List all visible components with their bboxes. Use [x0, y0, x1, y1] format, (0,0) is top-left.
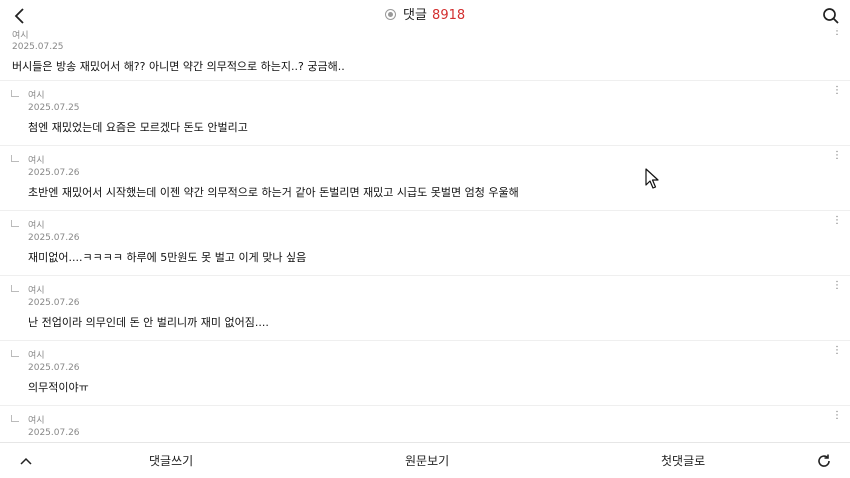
reply-indicator-icon	[11, 415, 19, 422]
more-options-icon[interactable]: ⋮	[832, 216, 842, 231]
comment-icon	[384, 9, 396, 20]
comment-date: 2025.07.26	[28, 298, 80, 308]
write-comment-button[interactable]: 댓글쓰기	[149, 453, 193, 469]
comment-date: 2025.07.26	[28, 168, 80, 178]
refresh-button[interactable]	[816, 453, 832, 469]
reply-item: 여시 2025.07.25 첨엔 재밌었는데 요즘은 모르겠다 돈도 안벌리고 …	[0, 81, 850, 146]
more-options-icon[interactable]: ⋮	[832, 151, 842, 166]
comment-text: 첨엔 재밌었는데 요즘은 모르겠다 돈도 안벌리고	[28, 121, 248, 134]
mouse-cursor-icon	[645, 168, 659, 189]
page-title: 댓글 8918	[0, 7, 850, 25]
comment-text: 재미없어....ㅋㅋㅋㅋ 하루에 5만원도 못 벌고 이게 맞나 싶음	[28, 251, 307, 264]
comment-item: 여시 2025.07.25 버시들은 방송 재밌어서 해?? 아니면 약간 의무…	[0, 28, 850, 81]
search-icon	[823, 8, 839, 24]
more-options-icon[interactable]: ⋮	[832, 411, 842, 426]
comment-author: 여시	[28, 221, 45, 231]
comment-text: 초반엔 재밌어서 시작했는데 이젠 약간 의무적으로 하는거 같아 돈벌리면 재…	[28, 186, 519, 199]
reply-indicator-icon	[11, 90, 19, 97]
reply-item: 여시 2025.07.26 초반엔 재밌어서 시작했는데 이젠 약간 의무적으로…	[0, 146, 850, 211]
comment-count: 8918	[432, 8, 466, 23]
search-button[interactable]	[822, 7, 840, 25]
title-label: 댓글	[402, 8, 427, 23]
comment-author: 여시	[28, 416, 45, 426]
reply-indicator-icon	[11, 350, 19, 357]
comment-date: 2025.07.25	[12, 42, 64, 52]
reply-item: 여시 2025.07.26 ⋮	[0, 406, 850, 442]
reply-item: 여시 2025.07.26 의무적이야ㅠ ⋮	[0, 341, 850, 406]
more-options-icon[interactable]: ⋮	[832, 346, 842, 361]
more-options-icon[interactable]: ⋮	[832, 28, 842, 42]
comment-date: 2025.07.26	[28, 428, 80, 438]
first-comment-button[interactable]: 첫댓글로	[661, 453, 705, 469]
bottom-bar: 댓글쓰기 원문보기 첫댓글로	[0, 442, 850, 478]
chevron-up-icon	[20, 457, 32, 465]
comment-text: 난 전업이라 의무인데 돈 안 벌리니까 재미 없어짐....	[28, 316, 269, 329]
more-options-icon[interactable]: ⋮	[832, 86, 842, 101]
view-original-button[interactable]: 원문보기	[405, 453, 449, 469]
comment-author: 여시	[28, 286, 45, 296]
comment-list[interactable]: 여시 2025.07.25 버시들은 방송 재밌어서 해?? 아니면 약간 의무…	[0, 28, 850, 442]
comment-author: 여시	[28, 156, 45, 166]
comment-author: 여시	[28, 351, 45, 361]
comment-text: 버시들은 방송 재밌어서 해?? 아니면 약간 의무적으로 하는지..? 궁금해…	[12, 60, 345, 73]
reply-item: 여시 2025.07.26 난 전업이라 의무인데 돈 안 벌리니까 재미 없어…	[0, 276, 850, 341]
scroll-top-button[interactable]	[18, 453, 34, 469]
reply-item: 여시 2025.07.26 재미없어....ㅋㅋㅋㅋ 하루에 5만원도 못 벌고…	[0, 211, 850, 276]
refresh-icon	[818, 454, 830, 467]
more-options-icon[interactable]: ⋮	[832, 281, 842, 296]
reply-indicator-icon	[11, 155, 19, 162]
comment-date: 2025.07.26	[28, 233, 80, 243]
comment-date: 2025.07.26	[28, 363, 80, 373]
reply-indicator-icon	[11, 285, 19, 292]
reply-indicator-icon	[11, 220, 19, 227]
comment-date: 2025.07.25	[28, 103, 80, 113]
comment-author: 여시	[12, 31, 29, 41]
comment-author: 여시	[28, 91, 45, 101]
comment-text: 의무적이야ㅠ	[28, 381, 89, 394]
